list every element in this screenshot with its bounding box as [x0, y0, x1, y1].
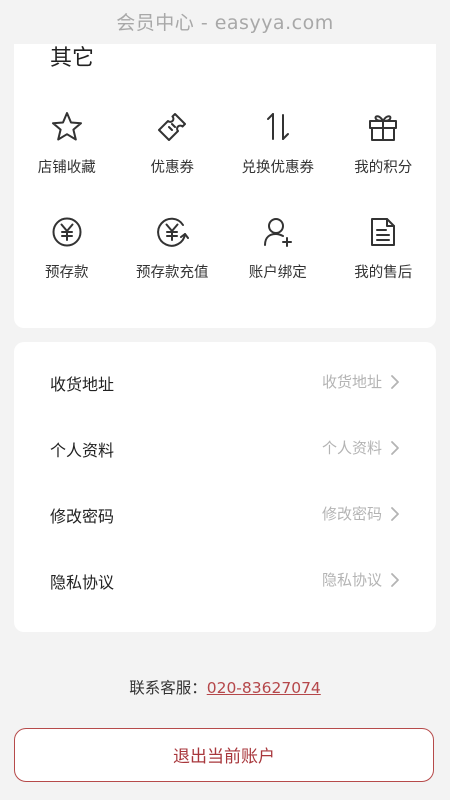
gift-icon — [369, 115, 398, 141]
after-sales-item[interactable]: 我的售后 — [331, 207, 437, 312]
after-sales-label: 我的售后 — [354, 265, 413, 281]
ticket-icon — [158, 113, 187, 141]
phone-link[interactable]: 020-83627074 — [207, 679, 321, 697]
document-icon — [371, 218, 396, 246]
store-favorites-label: 店铺收藏 — [37, 160, 96, 176]
row-label: 收货地址 — [50, 375, 115, 394]
row-value: 隐私协议 — [321, 571, 382, 589]
settings-card: 收货地址 收货地址 个人资料 个人资料 修改密码 修改密码 隐私协议 隐私协议 — [14, 342, 436, 632]
privacy-policy-row[interactable]: 隐私协议 隐私协议 — [50, 547, 400, 613]
coupons-label: 优惠券 — [150, 160, 195, 176]
watermark-text: 会员中心 - easyya.com — [116, 12, 334, 34]
redeem-coupon-label: 兑换优惠券 — [241, 160, 315, 176]
other-services-card: 其它 店铺收藏 优惠券 兑换优惠券 我的积分 预存款 预存款充值 账户绑定 我的… — [14, 44, 436, 328]
personal-info-row[interactable]: 个人资料 个人资料 — [50, 415, 400, 481]
user-add-icon — [263, 218, 292, 247]
chevron-right-icon — [391, 573, 399, 587]
chevron-right-icon — [391, 375, 399, 389]
service-grid-row: 预存款 预存款充值 账户绑定 我的售后 — [14, 207, 436, 312]
yen-recharge-icon — [157, 217, 190, 247]
account-binding-label: 账户绑定 — [248, 265, 307, 281]
exchange-arrows-icon — [266, 113, 289, 140]
service-grid-row: 店铺收藏 优惠券 兑换优惠券 我的积分 — [14, 102, 436, 207]
my-points-label: 我的积分 — [354, 160, 413, 176]
top-watermark-bar: 会员中心 - easyya.com — [0, 0, 450, 44]
chevron-right-icon — [391, 441, 399, 455]
row-value: 个人资料 — [321, 439, 382, 457]
row-value: 修改密码 — [321, 505, 382, 523]
yen-circle-icon — [52, 217, 82, 247]
coupons-item[interactable]: 优惠券 — [120, 102, 226, 207]
row-label: 修改密码 — [50, 507, 115, 526]
star-icon — [51, 112, 82, 141]
deposit-item[interactable]: 预存款 — [14, 207, 120, 312]
section-title: 其它 — [50, 46, 95, 68]
change-password-row[interactable]: 修改密码 修改密码 — [50, 481, 400, 547]
logout-button[interactable]: 退出当前账户 — [14, 728, 434, 782]
account-binding-item[interactable]: 账户绑定 — [225, 207, 331, 312]
store-favorites-item[interactable]: 店铺收藏 — [14, 102, 120, 207]
row-value: 收货地址 — [321, 373, 382, 391]
deposit-recharge-item[interactable]: 预存款充值 — [120, 207, 226, 312]
deposit-recharge-label: 预存款充值 — [136, 265, 209, 281]
chevron-right-icon — [391, 507, 399, 521]
row-label: 隐私协议 — [50, 573, 115, 592]
row-label: 个人资料 — [50, 441, 115, 460]
my-points-item[interactable]: 我的积分 — [331, 102, 437, 207]
redeem-coupon-item[interactable]: 兑换优惠券 — [225, 102, 331, 207]
shipping-address-row[interactable]: 收货地址 收货地址 — [50, 349, 400, 415]
service-grid: 店铺收藏 优惠券 兑换优惠券 我的积分 预存款 预存款充值 账户绑定 我的售后 — [14, 102, 436, 312]
deposit-label: 预存款 — [45, 265, 89, 281]
contact-label: 联系客服： — [129, 679, 207, 697]
customer-service-line: 联系客服：020-83627074 — [0, 676, 450, 698]
